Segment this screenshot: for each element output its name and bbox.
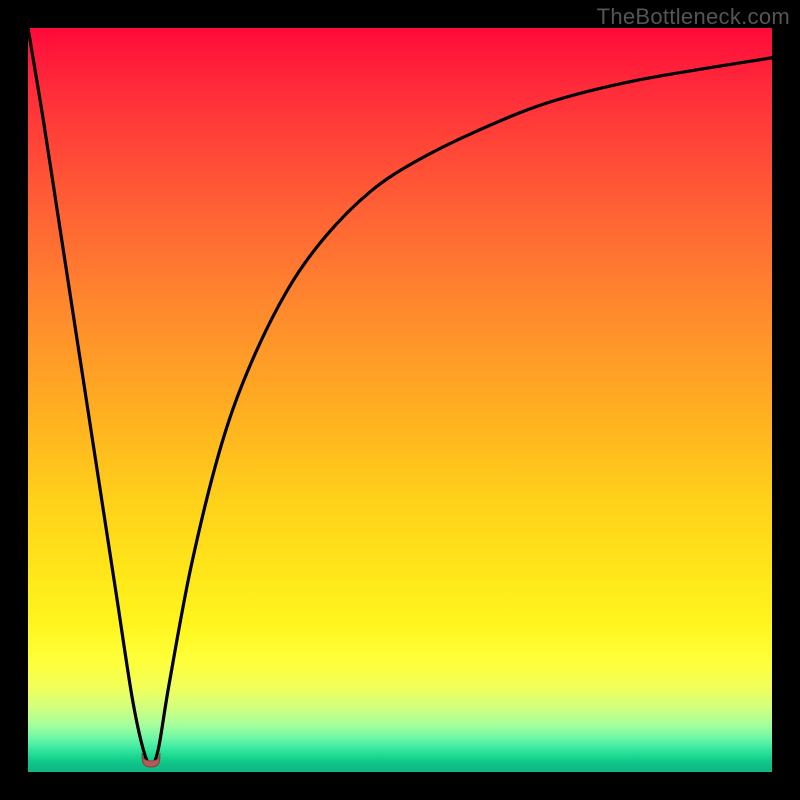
curve-path: [28, 28, 772, 765]
watermark-text: TheBottleneck.com: [597, 4, 790, 30]
minimum-marker: [138, 751, 164, 769]
plot-area: [28, 28, 772, 772]
chart-frame: TheBottleneck.com: [0, 0, 800, 800]
bottleneck-curve: [28, 28, 772, 772]
